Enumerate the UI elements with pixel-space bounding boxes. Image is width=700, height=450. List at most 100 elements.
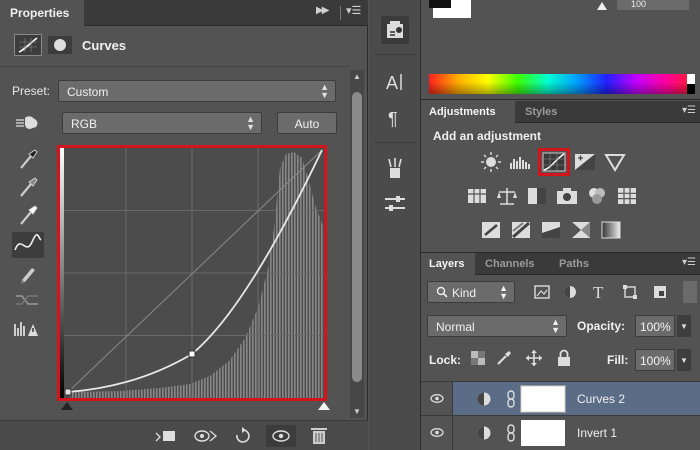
foreground-color-swatch[interactable] xyxy=(429,0,451,8)
curves-adjustment-icon xyxy=(14,34,42,56)
invert-layer-thumbnail-icon[interactable] xyxy=(476,425,492,441)
collapse-panel-icon[interactable]: ▶▶ xyxy=(316,5,329,16)
auto-button[interactable]: Auto xyxy=(277,112,337,134)
tab-layers[interactable]: Layers xyxy=(421,253,475,275)
properties-scrollbar[interactable]: ▲ ▼ xyxy=(350,70,364,418)
trash-icon[interactable] xyxy=(304,425,334,447)
divider xyxy=(375,142,415,143)
curve-point-midtone[interactable] xyxy=(188,350,196,358)
paragraph-panel-icon[interactable]: ¶ xyxy=(381,104,409,132)
point-edit-curve-icon[interactable] xyxy=(12,232,44,258)
layer-mask-thumbnail[interactable] xyxy=(520,385,566,413)
levels-icon[interactable] xyxy=(509,151,533,173)
lock-label: Lock: xyxy=(429,353,462,367)
filter-toggle-switch[interactable] xyxy=(683,281,697,303)
eye-icon[interactable] xyxy=(430,428,444,437)
layer-row[interactable]: Curves 2 xyxy=(421,381,700,416)
curves-svg[interactable] xyxy=(60,148,324,398)
layer-name[interactable]: Curves 2 xyxy=(577,392,625,406)
reset-icon[interactable] xyxy=(228,425,258,447)
lock-transparent-pixels-icon[interactable] xyxy=(469,349,487,367)
panel-menu-icon[interactable]: ▾☰ xyxy=(682,105,696,116)
filter-smart-objects-icon[interactable] xyxy=(651,283,669,301)
curves-adjustment-button-icon[interactable] xyxy=(538,148,570,176)
blend-mode-value: Normal xyxy=(436,320,475,334)
brightness-contrast-icon[interactable] xyxy=(479,151,503,173)
layer-row[interactable]: Invert 1 xyxy=(421,415,700,450)
toggle-visibility-icon[interactable] xyxy=(266,425,296,447)
tab-styles[interactable]: Styles xyxy=(517,101,577,123)
fill-field[interactable]: 100% xyxy=(635,349,675,371)
filter-adjustment-layers-icon[interactable] xyxy=(561,283,579,301)
preset-dropdown[interactable]: Custom ▲ ▼ xyxy=(58,80,336,102)
threshold-icon[interactable] xyxy=(539,219,563,241)
clipping-warning-icon[interactable] xyxy=(12,316,44,342)
scroll-thumb[interactable] xyxy=(352,92,362,382)
lock-image-pixels-icon[interactable] xyxy=(495,349,513,367)
channel-mixer-icon[interactable] xyxy=(585,185,609,207)
layer-name[interactable]: Invert 1 xyxy=(577,426,617,440)
tab-channels[interactable]: Channels xyxy=(477,253,549,275)
targeted-adjustment-hand-icon[interactable] xyxy=(14,112,42,134)
smooth-curve-icon[interactable] xyxy=(12,288,44,314)
lock-position-icon[interactable] xyxy=(525,349,543,367)
scroll-up-icon[interactable]: ▲ xyxy=(353,72,361,81)
color-panel: 100 xyxy=(421,0,700,100)
color-spectrum[interactable] xyxy=(429,74,695,94)
visibility-cell[interactable] xyxy=(421,382,453,416)
layer-mask-thumbnail[interactable] xyxy=(521,420,565,446)
opacity-dropdown-arrow[interactable]: ▼ xyxy=(677,315,691,337)
filter-type-layers-icon[interactable]: T xyxy=(593,283,611,302)
black-white-icon[interactable] xyxy=(525,185,549,207)
white-point-eyedropper-icon[interactable] xyxy=(12,202,44,228)
tab-paths[interactable]: Paths xyxy=(551,253,603,275)
brush-presets-icon[interactable] xyxy=(381,154,409,182)
tab-adjustments[interactable]: Adjustments xyxy=(421,101,515,123)
curve-point-shadow[interactable] xyxy=(64,388,72,396)
lock-all-icon[interactable] xyxy=(555,349,573,367)
filter-pixel-layers-icon[interactable] xyxy=(533,283,551,301)
gradient-map-icon[interactable] xyxy=(599,219,623,241)
brush-settings-icon[interactable] xyxy=(381,190,409,218)
curves-layer-thumbnail-icon[interactable] xyxy=(476,391,492,407)
curves-graph[interactable] xyxy=(57,145,327,401)
photo-filter-icon[interactable] xyxy=(555,185,579,207)
tab-properties[interactable]: Properties xyxy=(0,0,84,26)
color-lookup-icon[interactable] xyxy=(615,185,639,207)
out-of-gamut-warning-icon[interactable] xyxy=(597,2,607,10)
clip-to-layer-icon[interactable] xyxy=(152,425,182,447)
posterize-icon[interactable] xyxy=(509,219,533,241)
exposure-icon[interactable] xyxy=(573,151,597,173)
character-panel-icon[interactable]: A xyxy=(381,68,409,96)
color-balance-icon[interactable] xyxy=(495,185,519,207)
view-previous-state-icon[interactable] xyxy=(190,425,220,447)
pencil-draw-icon[interactable] xyxy=(12,260,44,286)
panel-menu-icon[interactable]: ▾☰ xyxy=(346,4,361,17)
blend-mode-dropdown[interactable]: Normal ▲ ▼ xyxy=(427,315,567,337)
panel-menu-icon[interactable]: ▾☰ xyxy=(682,257,696,268)
scroll-down-icon[interactable]: ▼ xyxy=(353,407,361,416)
white-input-slider[interactable] xyxy=(318,402,330,410)
eye-icon[interactable] xyxy=(430,394,444,403)
layer-mask-icon[interactable] xyxy=(48,36,72,54)
filter-kind-dropdown[interactable]: Kind ▲ ▼ xyxy=(427,281,515,303)
selective-color-icon[interactable] xyxy=(569,219,593,241)
black-white-swatch[interactable] xyxy=(687,74,695,94)
properties-panel-icon[interactable] xyxy=(381,16,409,44)
vibrance-icon[interactable] xyxy=(603,151,627,173)
fill-dropdown-arrow[interactable]: ▼ xyxy=(677,349,691,371)
black-point-eyedropper-icon[interactable] xyxy=(12,146,44,172)
hue-saturation-icon[interactable] xyxy=(465,185,489,207)
opacity-field[interactable]: 100% xyxy=(635,315,675,337)
link-mask-icon[interactable] xyxy=(506,424,516,442)
channel-dropdown[interactable]: RGB ▲ ▼ xyxy=(62,112,262,134)
black-input-slider[interactable] xyxy=(61,402,73,410)
color-value-field[interactable]: 100 xyxy=(617,0,689,10)
filter-shape-layers-icon[interactable] xyxy=(621,283,639,301)
gray-point-eyedropper-icon[interactable] xyxy=(12,174,44,200)
adjustments-panel: Adjustments Styles ▾☰ Add an adjustment xyxy=(421,101,700,249)
visibility-cell[interactable] xyxy=(421,416,453,450)
properties-footer xyxy=(0,420,368,450)
link-mask-icon[interactable] xyxy=(506,390,516,408)
invert-icon[interactable] xyxy=(479,219,503,241)
